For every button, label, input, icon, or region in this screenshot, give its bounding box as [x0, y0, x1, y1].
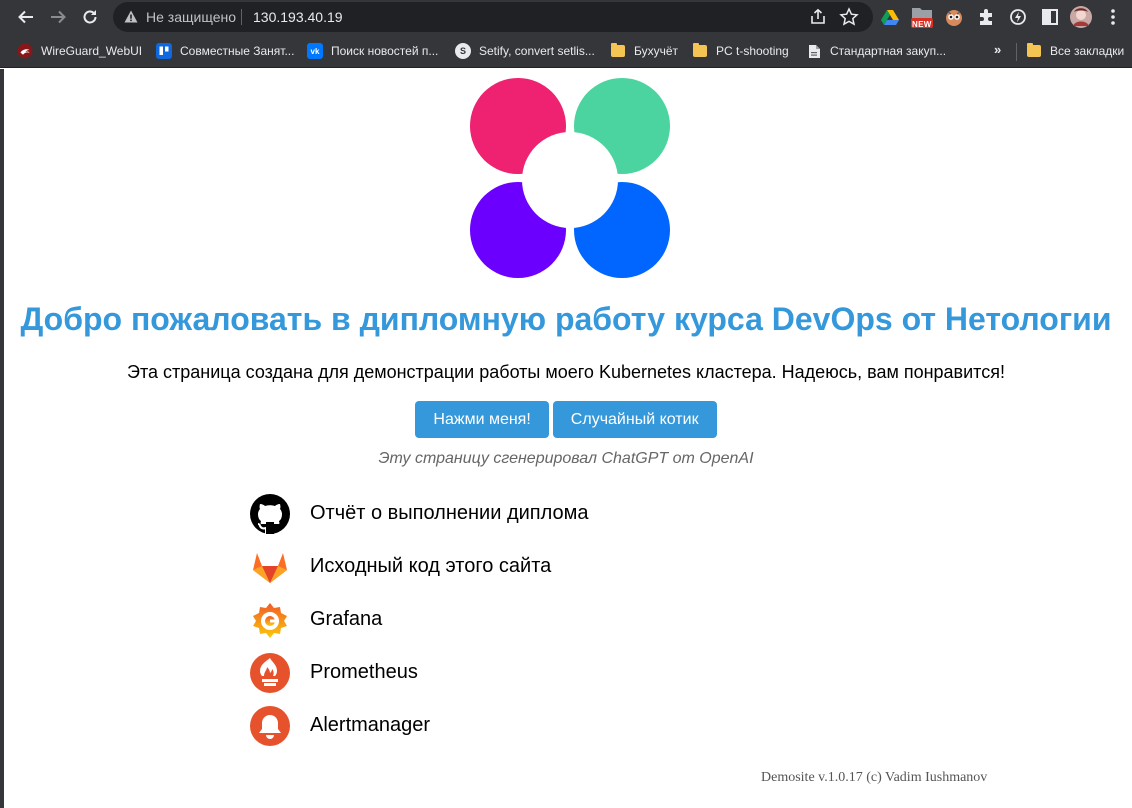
link-alertmanager: Alertmanager	[249, 699, 589, 752]
forward-button[interactable]	[46, 5, 70, 29]
extensions-button[interactable]	[974, 5, 998, 29]
address-bar[interactable]: Не защищено 130.193.40.19	[113, 2, 873, 32]
chatgpt-credit: Эту страницу сгенерировал ChatGPT от Ope…	[378, 450, 754, 467]
arrow-right-icon	[51, 10, 66, 24]
bookmark-label: Бухучёт	[634, 44, 679, 58]
owl-icon	[946, 10, 962, 26]
random-cat-button[interactable]: Случайный котик	[552, 401, 717, 438]
bookmark-label: PC t-shooting	[716, 44, 789, 58]
all-bookmarks-label: Все закладки	[1050, 44, 1125, 58]
bookmark-label: WireGuard_WebUI	[41, 44, 143, 58]
wireguard-icon	[17, 43, 33, 59]
more-bookmarks-button[interactable]: »	[994, 42, 1001, 57]
logo	[467, 75, 673, 281]
reload-button[interactable]	[78, 5, 102, 29]
bookmark-label: Поиск новостей п...	[331, 44, 439, 58]
link-prometheus: Prometheus	[249, 646, 589, 699]
trello-icon	[156, 43, 172, 59]
bookmark-folder-accounting[interactable]: Бухучёт	[610, 42, 678, 60]
profile-button[interactable]	[1069, 5, 1093, 29]
gitlab-icon[interactable]	[249, 546, 291, 588]
alertmanager-icon[interactable]	[249, 705, 291, 747]
footer-version: Demosite v.1.0.17 (c) Vadim Iushmanov	[761, 770, 988, 785]
all-bookmarks-button[interactable]: Все закладки	[1026, 42, 1124, 60]
vk-icon: vk	[307, 43, 323, 59]
bookmark-setify[interactable]: S Setify, convert setlis...	[455, 42, 595, 60]
reload-icon	[83, 10, 97, 24]
warning-icon	[124, 10, 138, 23]
google-drive-icon	[881, 10, 899, 25]
setify-icon: S	[455, 43, 471, 59]
link-report-text[interactable]: Отчёт о выполнении диплома	[310, 502, 589, 525]
link-report: Отчёт о выполнении диплома	[249, 487, 589, 540]
extension-new[interactable]: NEW	[910, 5, 934, 29]
page-title: Добро пожаловать в дипломную работу курс…	[20, 301, 1112, 337]
folder-icon	[610, 43, 626, 59]
extension-drive[interactable]	[878, 5, 902, 29]
link-alertmanager-text[interactable]: Alertmanager	[310, 714, 430, 737]
performance-button[interactable]	[1006, 5, 1030, 29]
links-list: Отчёт о выполнении диплома Исходный код …	[249, 487, 589, 752]
omnibox-divider	[241, 9, 242, 25]
url-text[interactable]: 130.193.40.19	[253, 9, 343, 25]
folder-icon	[1026, 43, 1042, 59]
kebab-menu-icon	[1111, 9, 1115, 25]
bookmark-vk[interactable]: vk Поиск новостей п...	[307, 42, 438, 60]
bookmark-folder-pc[interactable]: PC t-shooting	[692, 42, 789, 60]
prometheus-icon[interactable]	[249, 652, 291, 694]
speed-icon	[1010, 9, 1026, 25]
intro-text: Эта страница создана для демонстрации ра…	[127, 362, 1005, 382]
bookmark-label: Стандартная закуп...	[830, 44, 947, 58]
bookmark-procurement[interactable]: Стандартная закуп...	[806, 42, 946, 60]
browser-menu-button[interactable]	[1101, 5, 1125, 29]
bookmark-label: Setify, convert setlis...	[479, 44, 595, 58]
extension-face[interactable]	[942, 5, 966, 29]
press-me-button[interactable]: Нажми меня!	[415, 401, 549, 438]
bookmark-star-icon[interactable]	[839, 7, 859, 27]
link-source: Исходный код этого сайта	[249, 540, 589, 593]
link-prometheus-text[interactable]: Prometheus	[310, 661, 418, 684]
bookmark-label: Совместные Занят...	[180, 44, 295, 58]
side-panel-icon	[1042, 9, 1058, 25]
logo-center	[522, 132, 618, 228]
browser-toolbar: Не защищено 130.193.40.19 NEW	[0, 0, 1132, 34]
page-icon	[806, 43, 822, 59]
arrow-left-icon	[18, 10, 33, 24]
new-badge: NEW	[912, 20, 932, 29]
github-icon[interactable]	[249, 493, 291, 535]
puzzle-icon	[980, 9, 992, 25]
link-grafana-text[interactable]: Grafana	[310, 608, 382, 631]
bookmarks-divider	[1016, 43, 1017, 61]
back-button[interactable]	[14, 5, 38, 29]
side-panel-button[interactable]	[1038, 5, 1062, 29]
link-grafana: Grafana	[249, 593, 589, 646]
share-icon[interactable]	[809, 8, 827, 26]
avatar-icon	[1070, 6, 1092, 28]
security-status[interactable]: Не защищено	[146, 9, 236, 25]
bookmark-trello[interactable]: Совместные Занят...	[156, 42, 294, 60]
grafana-icon[interactable]	[249, 599, 291, 641]
bookmark-wireguard[interactable]: WireGuard_WebUI	[17, 42, 142, 60]
link-source-text[interactable]: Исходный код этого сайта	[310, 555, 551, 578]
page-content: Добро пожаловать в дипломную работу курс…	[4, 69, 1132, 808]
bookmarks-bar: WireGuard_WebUI Совместные Занят... vk П…	[0, 34, 1132, 68]
folder-icon	[692, 43, 708, 59]
button-group: Нажми меня! Случайный котик	[0, 401, 1132, 438]
